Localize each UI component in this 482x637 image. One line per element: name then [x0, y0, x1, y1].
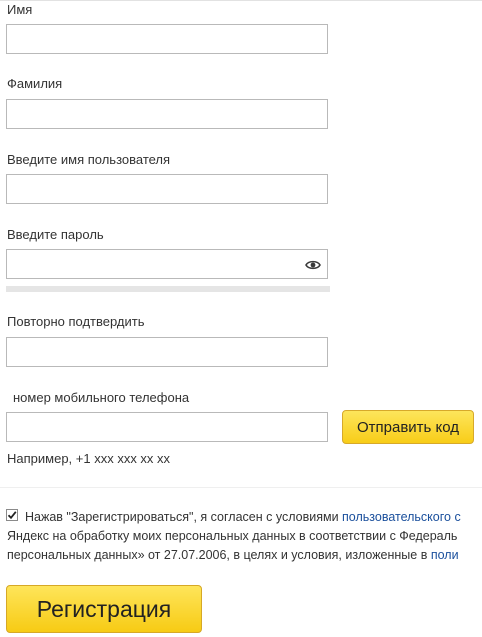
username-label: Введите имя пользователя [7, 152, 171, 167]
phone-label: номер мобильного телефона [13, 390, 190, 405]
username-input[interactable] [6, 174, 328, 204]
consent-checkbox[interactable] [6, 509, 18, 521]
password-label: Введите пароль [7, 227, 104, 242]
last-name-label: Фамилия [7, 76, 63, 91]
policy-link[interactable]: поли [431, 548, 459, 562]
consent-line-2: Яндекс на обработку моих персональных да… [7, 529, 458, 543]
eye-icon[interactable] [305, 258, 321, 270]
phone-hint: Например, +1 xxx xxx xx xx [7, 451, 171, 466]
user-agreement-link[interactable]: пользовательского с [342, 510, 461, 524]
first-name-input[interactable] [6, 24, 328, 54]
password-input[interactable] [6, 249, 328, 279]
consent-line-3: персональных данных» от 27.07.2006, в це… [7, 546, 459, 565]
last-name-input[interactable] [6, 99, 328, 129]
password-confirm-label: Повторно подтвердить [7, 314, 145, 329]
registration-form: Имя Фамилия Введите имя пользователя Вве… [0, 0, 482, 637]
consent-text-1: Нажав "Зарегистрироваться", я согласен с… [25, 510, 343, 524]
checkmark-icon [7, 511, 17, 520]
section-divider [0, 487, 482, 488]
first-name-label: Имя [7, 2, 33, 17]
password-confirm-input[interactable] [6, 337, 328, 367]
top-divider [0, 0, 482, 1]
password-strength-bar [6, 286, 330, 292]
phone-input[interactable] [6, 412, 328, 442]
register-button[interactable]: Регистрация [6, 585, 202, 633]
send-code-button[interactable]: Отправить код [342, 410, 474, 444]
consent-text-3: персональных данных» от 27.07.2006, в це… [7, 548, 431, 562]
consent-line-1: Нажав "Зарегистрироваться", я согласен с… [25, 508, 461, 527]
